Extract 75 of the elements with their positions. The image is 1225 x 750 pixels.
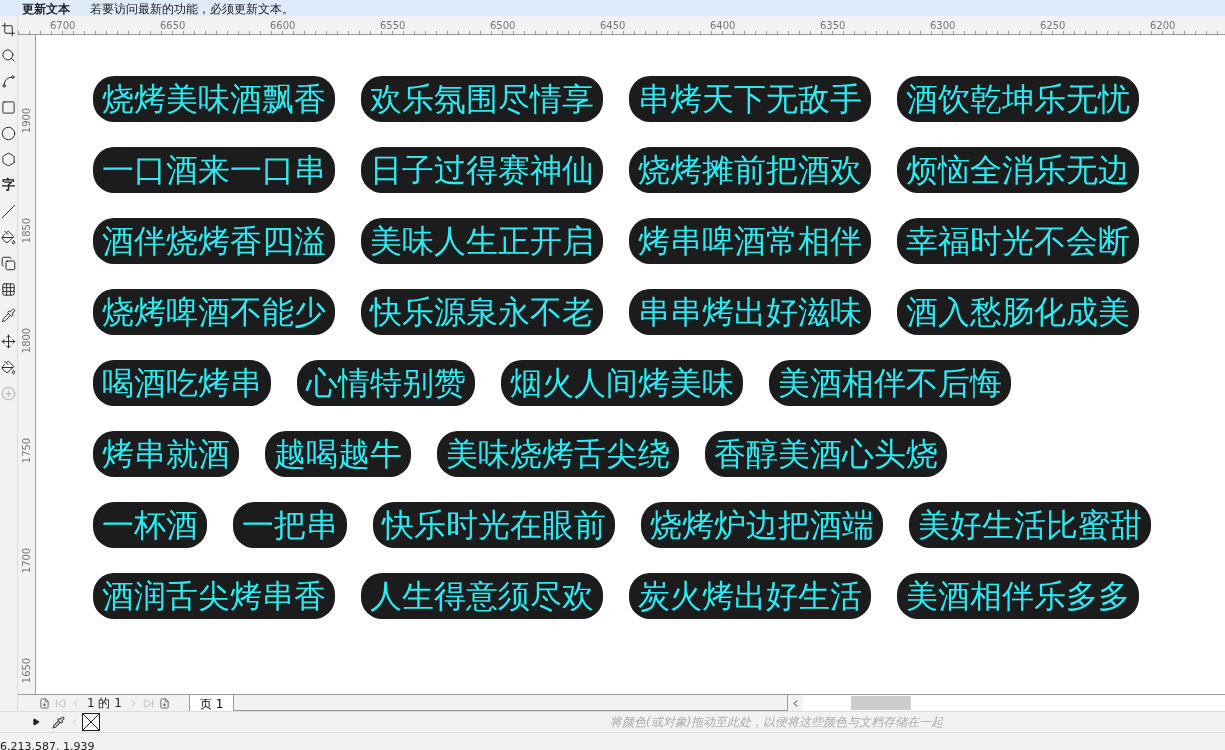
outlined-text-object[interactable]: 香醇美酒心头烧 <box>708 434 944 474</box>
ruler-label: 6700 <box>50 19 77 33</box>
ruler-label: 6500 <box>490 19 517 33</box>
outlined-text-object[interactable]: 酒润舌尖烤串香 <box>96 576 332 616</box>
outlined-text-object[interactable]: 烧烤炉边把酒端 <box>644 505 880 545</box>
scrollbar-thumb[interactable] <box>851 696 912 710</box>
ruler-label: 6600 <box>270 19 297 33</box>
page-tab[interactable]: 页 1 <box>188 694 235 712</box>
ruler-label: 1650 <box>20 657 33 684</box>
outlined-text-object[interactable]: 一口酒来一口串 <box>96 150 332 190</box>
ruler-label: 6650 <box>160 19 187 33</box>
eyedropper-icon[interactable] <box>52 715 65 729</box>
outlined-text-object[interactable]: 烧烤啤酒不能少 <box>96 292 332 332</box>
outlined-text-object[interactable]: 快乐时光在眼前 <box>376 505 612 545</box>
outlined-text-object[interactable]: 越喝越牛 <box>268 434 408 474</box>
add-page-icon[interactable] <box>39 697 50 709</box>
ruler-label: 1700 <box>20 547 33 574</box>
ruler-label: 6400 <box>710 19 737 33</box>
bucket-icon <box>1 359 16 375</box>
ruler-label: 6450 <box>600 19 627 33</box>
outlined-text-object[interactable]: 炭火烤出好生活 <box>632 576 868 616</box>
ruler-label: 6200 <box>1150 19 1177 33</box>
ruler-label: 6300 <box>930 19 957 33</box>
no-color-swatch[interactable] <box>82 713 100 731</box>
ruler-label: 1850 <box>20 217 33 244</box>
text-tool-button[interactable]: 字 <box>0 172 18 198</box>
outlined-text-object[interactable]: 烤串啤酒常相伴 <box>632 221 868 261</box>
outlined-text-object[interactable]: 快乐源泉永不老 <box>364 292 600 332</box>
outlined-text-object[interactable]: 人生得意须尽欢 <box>364 576 600 616</box>
outlined-text-object[interactable]: 烧烤美味酒飘香 <box>96 79 332 119</box>
outlined-text-object[interactable]: 烧烤摊前把酒欢 <box>632 150 868 190</box>
line-icon <box>1 203 16 219</box>
outlined-text-object[interactable]: 幸福时光不会断 <box>900 221 1136 261</box>
crop-icon <box>1 21 16 37</box>
outlined-text-object[interactable]: 一把串 <box>236 505 344 545</box>
outlined-text-object[interactable]: 日子过得赛神仙 <box>364 150 600 190</box>
ellipse-icon <box>1 125 16 141</box>
fill-icon <box>1 229 16 245</box>
outlined-text-object[interactable]: 美味烧烤舌尖绕 <box>440 434 676 474</box>
polygon-icon <box>1 151 16 167</box>
ruler-label: 1900 <box>20 107 33 134</box>
curve-icon <box>1 73 16 89</box>
horizontal-scrollbar[interactable] <box>803 695 1225 711</box>
outlined-text-object[interactable]: 一杯酒 <box>96 505 204 545</box>
ruler-label: 1800 <box>20 327 33 354</box>
checker-icon <box>1 281 16 297</box>
outlined-text-object[interactable]: 酒伴烧烤香四溢 <box>96 221 332 261</box>
outlined-text-object[interactable]: 串烤天下无敌手 <box>632 79 868 119</box>
palette-hint: 将颜色(或对象)拖动至此处，以便将这些颜色与文档存储在一起 <box>610 714 944 731</box>
outlined-text-object[interactable]: 欢乐氛围尽情享 <box>364 79 600 119</box>
outlined-text-object[interactable]: 烟火人间烤美味 <box>504 363 740 403</box>
rectangle-icon <box>1 99 16 115</box>
notification-message: 若要访问最新的功能，必须更新文本。 <box>90 2 294 16</box>
outlined-text-object[interactable]: 串串烤出好滋味 <box>632 292 868 332</box>
zoom-icon <box>1 47 16 63</box>
expand-arrow-icon[interactable] <box>32 718 40 726</box>
outlined-text-object[interactable]: 烦恼全消乐无边 <box>900 150 1136 190</box>
notification-title: 更新文本 <box>22 2 70 16</box>
outlined-text-object[interactable]: 美味人生正开启 <box>364 221 600 261</box>
outlined-text-object[interactable]: 心情特别赞 <box>300 363 472 403</box>
shadow-icon <box>1 255 16 271</box>
ruler-label: 6250 <box>1040 19 1067 33</box>
ruler-label: 1750 <box>20 437 33 464</box>
outlined-text-object[interactable]: 美酒相伴不后悔 <box>772 363 1008 403</box>
add-page-icon[interactable] <box>158 697 170 709</box>
outlined-text-object[interactable]: 美好生活比蜜甜 <box>912 505 1148 545</box>
outlined-text-object[interactable]: 烤串就酒 <box>96 434 236 474</box>
outlined-text-object[interactable]: 酒入愁肠化成美 <box>900 292 1136 332</box>
outlined-text-object[interactable]: 喝酒吃烤串 <box>96 363 268 403</box>
ruler-label: 6550 <box>380 19 407 33</box>
page-counter: 1 的 1 <box>87 695 122 712</box>
ruler-label: 6350 <box>820 19 847 33</box>
outlined-text-object[interactable]: 酒饮乾坤乐无忧 <box>900 79 1136 119</box>
eyedropper-icon <box>1 307 16 323</box>
outlined-text-object[interactable]: 美酒相伴乐多多 <box>900 576 1136 616</box>
